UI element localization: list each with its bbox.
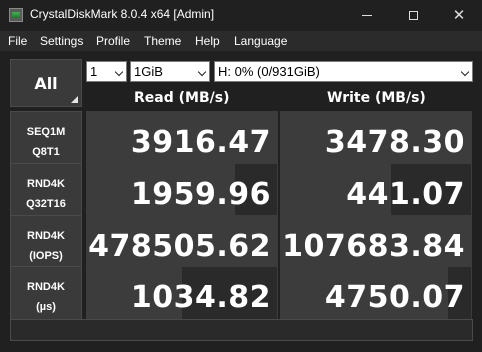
write-value: 107683.84 [282, 229, 465, 264]
write-value: 441.07 [346, 177, 465, 212]
read-value: 1034.82 [130, 280, 271, 315]
app-icon [9, 8, 23, 22]
test-label-line2: (IOPS) [29, 249, 63, 262]
test-label-line1: SEQ1M [26, 125, 66, 138]
test-label-line2: (µs) [36, 300, 56, 313]
title-bar: CrystalDiskMark 8.0.4 x64 [Admin] ✕ [0, 0, 482, 31]
test-label-line1: RND4K [27, 280, 65, 293]
menu-settings[interactable]: Settings [40, 34, 83, 48]
menu-bar: File Settings Profile Theme Help Languag… [0, 31, 482, 51]
corner-triangle-icon [71, 96, 78, 103]
menu-theme[interactable]: Theme [144, 34, 181, 48]
drive-value: H: 0% (0/931GiB) [218, 64, 320, 79]
test-label-line1: RND4K [27, 177, 65, 190]
minimize-icon [362, 15, 372, 16]
write-value: 3478.30 [324, 125, 465, 160]
window-title: CrystalDiskMark 8.0.4 x64 [Admin] [30, 7, 215, 21]
drive-select[interactable]: H: 0% (0/931GiB) [214, 61, 473, 82]
test-label-line2: Q8T1 [32, 145, 60, 158]
write-column-header: Write (MB/s) [327, 90, 426, 106]
menu-profile[interactable]: Profile [96, 34, 130, 48]
chevron-down-icon [197, 67, 207, 77]
chevron-down-icon [114, 67, 124, 77]
maximize-button[interactable] [390, 0, 436, 31]
test-size-select[interactable]: 1GiB [130, 61, 210, 82]
close-button[interactable]: ✕ [436, 0, 482, 31]
menu-help[interactable]: Help [195, 34, 220, 48]
write-result-rnd4k-latency: 4750.07 [280, 266, 472, 327]
read-value: 1959.96 [130, 177, 271, 212]
all-button[interactable]: All [10, 59, 82, 107]
test-button-rnd4k-latency[interactable]: RND4K (µs) [10, 266, 82, 327]
maximize-icon [408, 11, 418, 20]
test-label-line2: Q32T16 [26, 197, 66, 210]
read-value: 3916.47 [130, 125, 271, 160]
close-icon: ✕ [452, 6, 466, 24]
test-count-select[interactable]: 1 [86, 61, 127, 82]
all-button-label: All [34, 73, 58, 93]
test-count-value: 1 [90, 64, 98, 79]
write-value: 4750.07 [324, 280, 465, 315]
test-label-line1: RND4K [27, 229, 65, 242]
test-size-value: 1GiB [134, 64, 163, 79]
read-column-header: Read (MB/s) [134, 90, 230, 106]
minimize-button[interactable] [344, 0, 390, 31]
status-bar [10, 319, 473, 341]
chevron-down-icon [460, 67, 470, 77]
menu-file[interactable]: File [8, 34, 27, 48]
read-result-rnd4k-latency: 1034.82 [86, 266, 278, 327]
menu-language[interactable]: Language [234, 34, 287, 48]
read-value: 478505.62 [88, 229, 271, 264]
